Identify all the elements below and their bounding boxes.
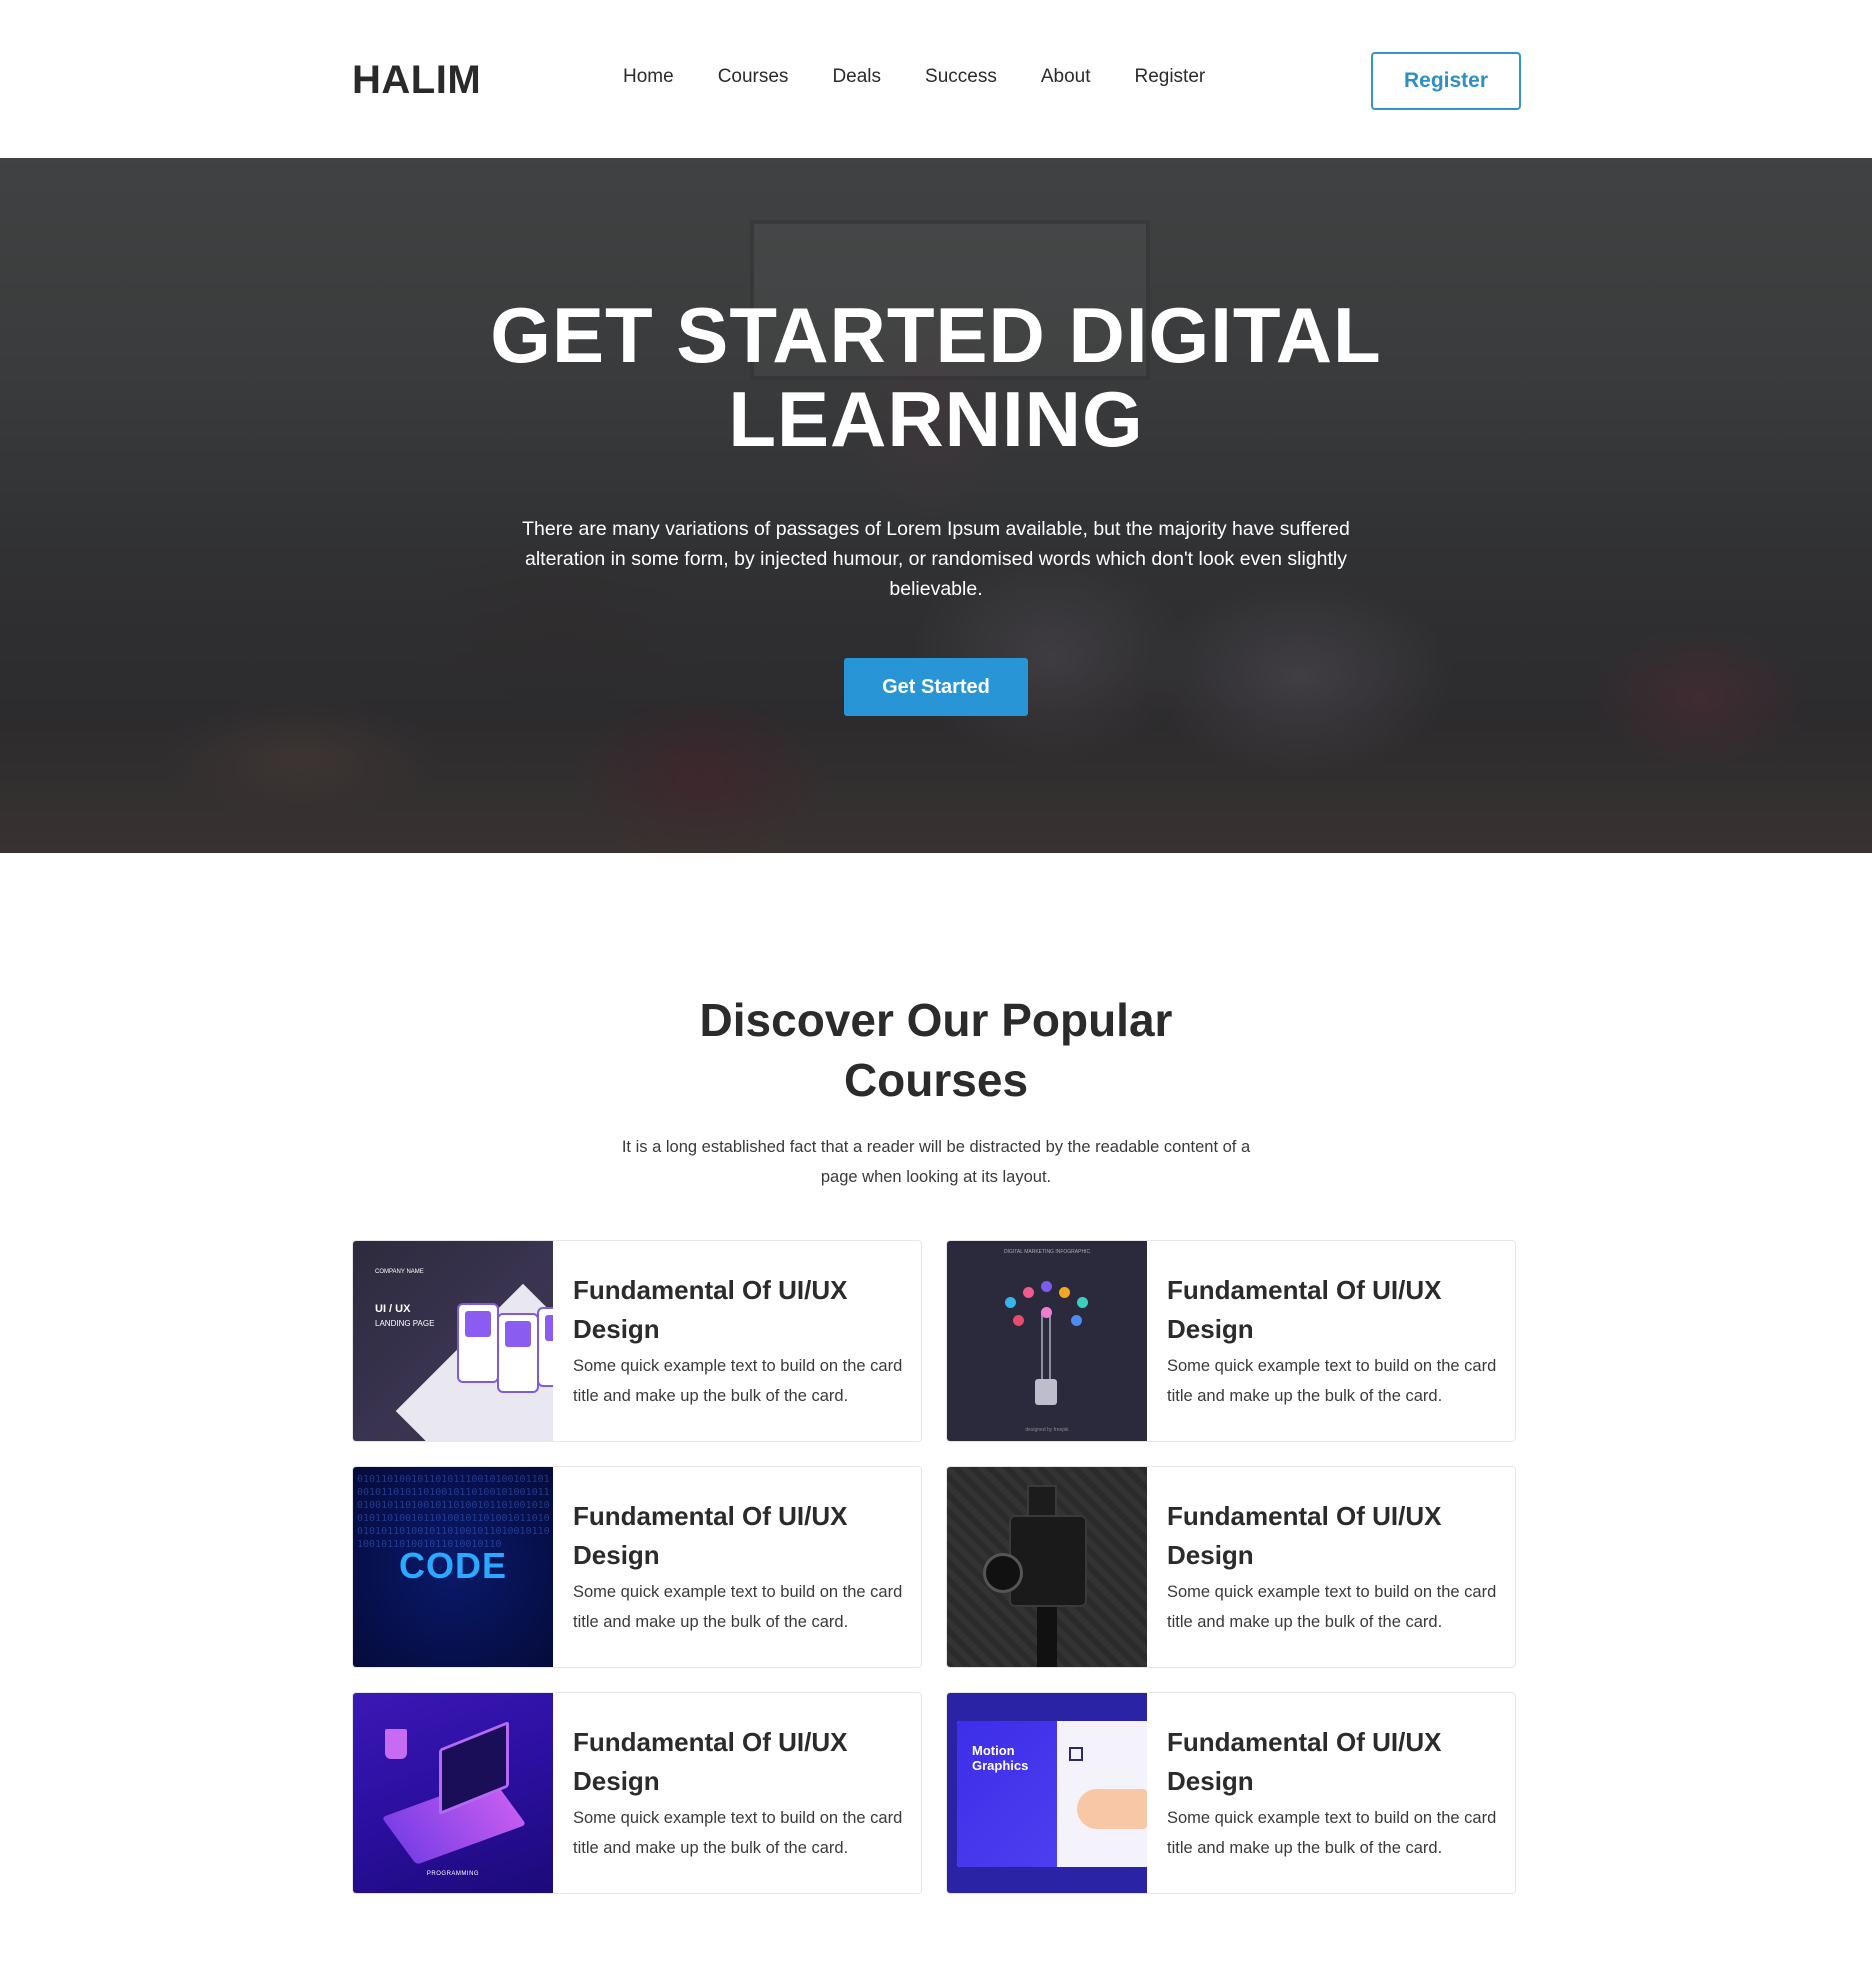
course-card[interactable]: COMPANY NAME UI / UX LANDING PAGE Fundam… <box>352 1240 922 1442</box>
courses-title-line1: Discover Our Popular <box>699 994 1173 1046</box>
course-card[interactable]: Motion Graphics Fundamental Of UI/UX Des… <box>946 1692 1516 1894</box>
course-thumbnail-programming: PROGRAMMING <box>353 1693 553 1893</box>
course-card-title: Fundamental Of UI/UX Design <box>1167 1275 1442 1344</box>
nav-item-courses[interactable]: Courses <box>718 66 789 88</box>
thumb-dot <box>1005 1297 1016 1308</box>
thumb-dot <box>1071 1315 1082 1326</box>
course-card-title: Fundamental Of UI/UX Design <box>573 1501 848 1570</box>
nav-item-home[interactable]: Home <box>623 66 674 88</box>
thumb-dot <box>1023 1287 1034 1298</box>
get-started-button[interactable]: Get Started <box>844 658 1028 716</box>
thumb-dot <box>1077 1297 1088 1308</box>
course-card-title: Fundamental Of UI/UX Design <box>573 1275 848 1344</box>
thumb-phone <box>457 1303 499 1383</box>
course-thumbnail-marketing: DIGITAL MARKETING INFOGRAPHIC designed b… <box>947 1241 1147 1441</box>
thumb-dot <box>1041 1281 1052 1292</box>
hero-title: GET STARTED DIGITAL LEARNING <box>436 293 1436 461</box>
thumb-code-label: CODE <box>398 1545 507 1586</box>
thumb-dot <box>1041 1307 1052 1318</box>
thumb-line <box>1049 1311 1051 1381</box>
course-thumbnail-code: 0101101001011010111001010010110100101101… <box>353 1467 553 1667</box>
course-card-title: Fundamental Of UI/UX Design <box>573 1727 848 1796</box>
course-thumbnail-camera <box>947 1467 1147 1667</box>
course-card-text: Some quick example text to build on the … <box>573 1809 903 1857</box>
thumb-box <box>1069 1747 1083 1761</box>
thumb-binary: 0101101001011010111001010010110100101101… <box>357 1474 550 1550</box>
hero-overlay <box>0 158 1872 853</box>
hero-title-line2: LEARNING <box>728 375 1144 463</box>
nav-item-deals[interactable]: Deals <box>832 66 881 88</box>
thumb-line <box>1041 1311 1043 1381</box>
course-card[interactable]: Fundamental Of UI/UX Design Some quick e… <box>946 1466 1516 1668</box>
course-card-text: Some quick example text to build on the … <box>1167 1809 1497 1857</box>
courses-section-subtitle: It is a long established fact that a rea… <box>621 1138 1251 1186</box>
camera-body <box>1009 1515 1087 1607</box>
nav-item-success[interactable]: Success <box>925 66 997 88</box>
course-card-title: Fundamental Of UI/UX Design <box>1167 1727 1442 1796</box>
main-nav: Home Courses Deals Success About Registe… <box>623 66 1249 88</box>
nav-item-register[interactable]: Register <box>1134 66 1205 88</box>
course-card-text: Some quick example text to build on the … <box>1167 1583 1497 1631</box>
course-card[interactable]: 0101101001011010111001010010110100101101… <box>352 1466 922 1668</box>
thumb-ui-title: UI / UX <box>375 1303 411 1315</box>
course-thumbnail-motion-graphics: Motion Graphics <box>947 1693 1147 1893</box>
course-thumbnail-ui-ux: COMPANY NAME UI / UX LANDING PAGE <box>353 1241 553 1441</box>
navbar: HALIM Home Courses Deals Success About R… <box>0 0 1872 158</box>
thumb-ui-subtitle: LANDING PAGE <box>375 1319 435 1328</box>
thumb-credit: designed by freepik <box>1025 1427 1069 1433</box>
courses-section-title: Discover Our Popular Courses <box>636 990 1236 1110</box>
thumb-dot <box>1059 1287 1070 1298</box>
course-card[interactable]: DIGITAL MARKETING INFOGRAPHIC designed b… <box>946 1240 1516 1442</box>
brand-logo[interactable]: HALIM <box>352 58 481 103</box>
thumb-phone <box>497 1313 539 1393</box>
courses-title-line2: Courses <box>843 1054 1029 1106</box>
thumb-motion-label: Motion Graphics <box>972 1743 1029 1773</box>
thumb-cup <box>385 1729 407 1759</box>
hero-title-line1: GET STARTED DIGITAL <box>490 291 1382 379</box>
thumb-bulb <box>1035 1379 1057 1405</box>
camera-lens <box>983 1553 1023 1593</box>
thumb-hand <box>1077 1789 1147 1829</box>
thumb-dm-title: DIGITAL MARKETING INFOGRAPHIC <box>1003 1249 1091 1255</box>
nav-item-about[interactable]: About <box>1041 66 1091 88</box>
thumb-phone <box>537 1307 553 1387</box>
camera-viewfinder <box>1027 1485 1057 1517</box>
course-card-text: Some quick example text to build on the … <box>573 1583 903 1631</box>
hero-banner: GET STARTED DIGITAL LEARNING There are m… <box>0 158 1872 853</box>
course-card-title: Fundamental Of UI/UX Design <box>1167 1501 1442 1570</box>
thumb-dot <box>1013 1315 1024 1326</box>
camera-tripod <box>1037 1607 1057 1667</box>
register-button[interactable]: Register <box>1371 52 1521 110</box>
hero-description: There are many variations of passages of… <box>522 518 1350 600</box>
thumb-company-name: COMPANY NAME <box>375 1269 424 1275</box>
thumb-programming-label: PROGRAMMING <box>426 1871 480 1877</box>
course-card-text: Some quick example text to build on the … <box>573 1357 903 1405</box>
course-card[interactable]: PROGRAMMING Fundamental Of UI/UX Design … <box>352 1692 922 1894</box>
course-card-text: Some quick example text to build on the … <box>1167 1357 1497 1405</box>
